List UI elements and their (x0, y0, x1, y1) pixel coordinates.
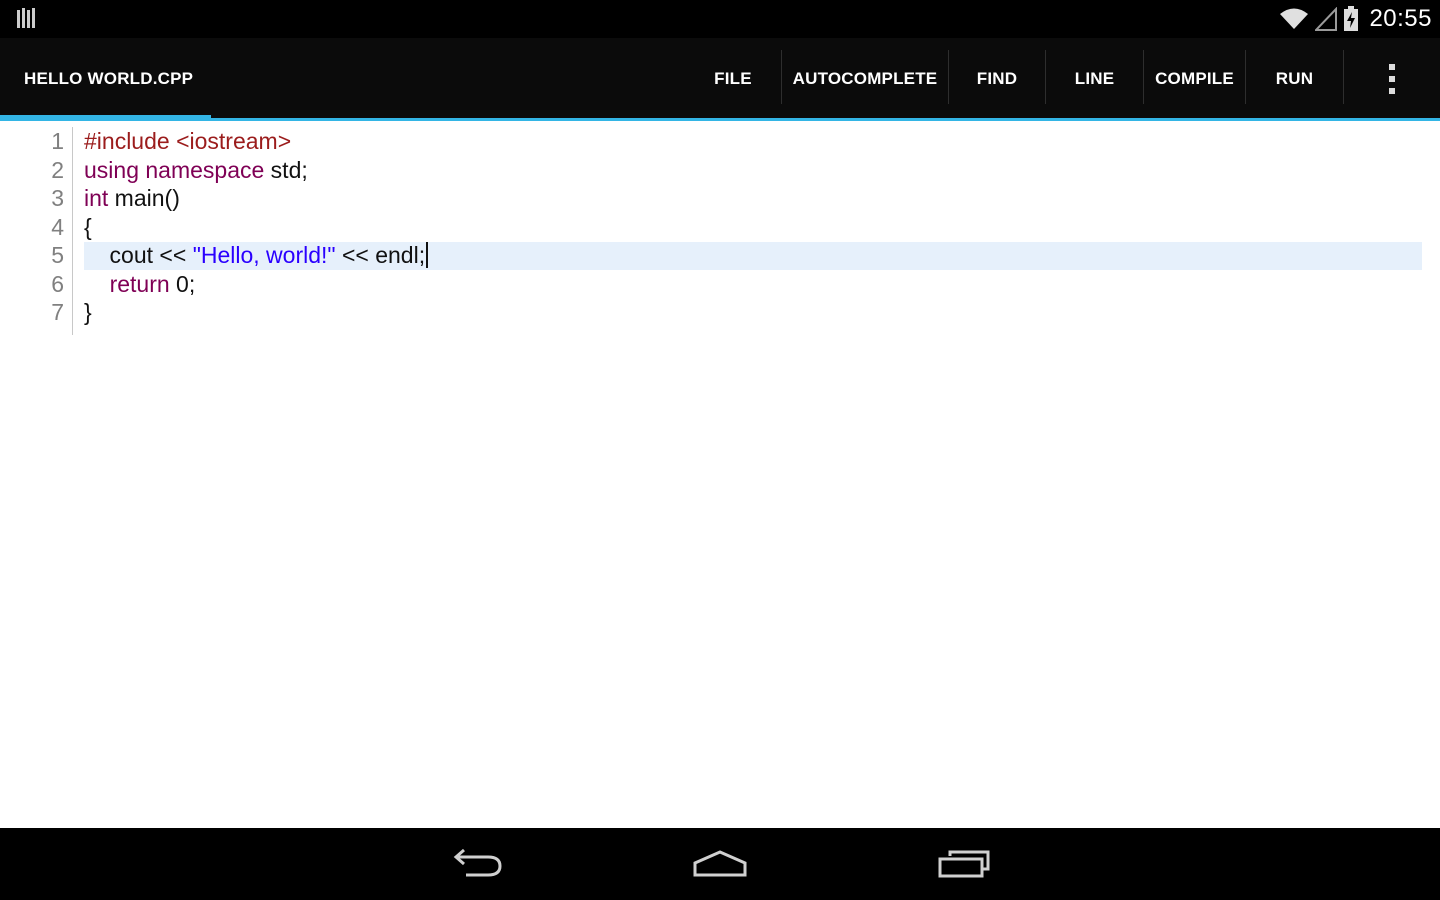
line-number: 3 (51, 185, 64, 211)
code-text: #include <iostream> (84, 127, 291, 155)
line-number: 1 (51, 128, 64, 154)
code-line[interactable]: 2 using namespace std; (0, 156, 1440, 185)
line-number: 2 (51, 156, 64, 183)
compile-button[interactable]: COMPILE (1144, 38, 1245, 120)
autocomplete-button[interactable]: AUTOCOMPLETE (782, 38, 948, 120)
code-token-plain: 0; (169, 270, 196, 297)
code-token-plain: std; (264, 156, 308, 183)
status-bar: 20:55 (0, 0, 1440, 38)
signal-icon (1315, 7, 1338, 31)
code-editor[interactable]: 1 #include <iostream> 2 using namespace std… (0, 121, 1440, 828)
code-token-preprocessor: #include <iostream> (84, 128, 292, 154)
line-button[interactable]: LINE (1046, 38, 1143, 120)
clock: 20:55 (1369, 5, 1432, 32)
wifi-icon (1280, 8, 1309, 29)
file-title: HELLO WORLD.CPP (24, 69, 194, 88)
action-bar: HELLO WORLD.CPP FILE AUTOCOMPLETE FIND L… (0, 38, 1440, 120)
code-text: } (84, 298, 92, 326)
more-vert-icon[interactable] (1366, 38, 1418, 120)
navigation-bar (0, 828, 1440, 900)
code-text: cout << "Hello, world!" << endl; (84, 241, 429, 269)
line-number: 6 (51, 270, 64, 297)
file-button[interactable]: FILE (700, 38, 766, 120)
code-token-plain: } (84, 299, 92, 325)
line-number: 5 (51, 242, 64, 268)
code-token-plain: main() (108, 185, 180, 211)
code-line[interactable]: 7} (0, 298, 1440, 327)
code-line[interactable]: 1 #include <iostream> (0, 127, 1440, 156)
run-button[interactable]: RUN (1246, 38, 1343, 120)
code-token-plain: cout << (84, 242, 193, 268)
action-divider (1343, 50, 1344, 104)
text-cursor (426, 242, 429, 268)
code-text: using namespace std; (84, 156, 308, 184)
line-number: 7 (51, 299, 64, 325)
code-line[interactable]: 5 cout << "Hello, world!" << endl; (0, 241, 1440, 270)
code-token-string: "Hello, world!" (192, 242, 336, 268)
code-token-keyword: using namespace (84, 156, 265, 183)
code-token-plain: << endl; (335, 242, 426, 268)
code-token-plain: { (84, 213, 92, 240)
battery-charging-icon (1344, 6, 1359, 31)
code-token-keyword: return (109, 270, 170, 297)
status-icons: 20:55 (1279, 4, 1432, 34)
code-text: int main() (84, 184, 180, 212)
find-button[interactable]: FIND (949, 38, 1045, 120)
notification-icon (17, 8, 35, 28)
code-line[interactable]: 6 return 0; (0, 270, 1440, 299)
code-line[interactable]: 4{ (0, 213, 1440, 242)
code-text: return 0; (84, 270, 196, 298)
back-icon[interactable] (437, 844, 517, 884)
code-token-keyword: int (84, 185, 109, 211)
code-line[interactable]: 3 int main() (0, 184, 1440, 213)
recent-apps-icon[interactable] (924, 844, 1004, 884)
line-number: 4 (51, 213, 64, 240)
tab-file-title[interactable]: HELLO WORLD.CPP (0, 38, 211, 120)
code-text: { (84, 213, 92, 241)
home-icon[interactable] (680, 844, 760, 884)
